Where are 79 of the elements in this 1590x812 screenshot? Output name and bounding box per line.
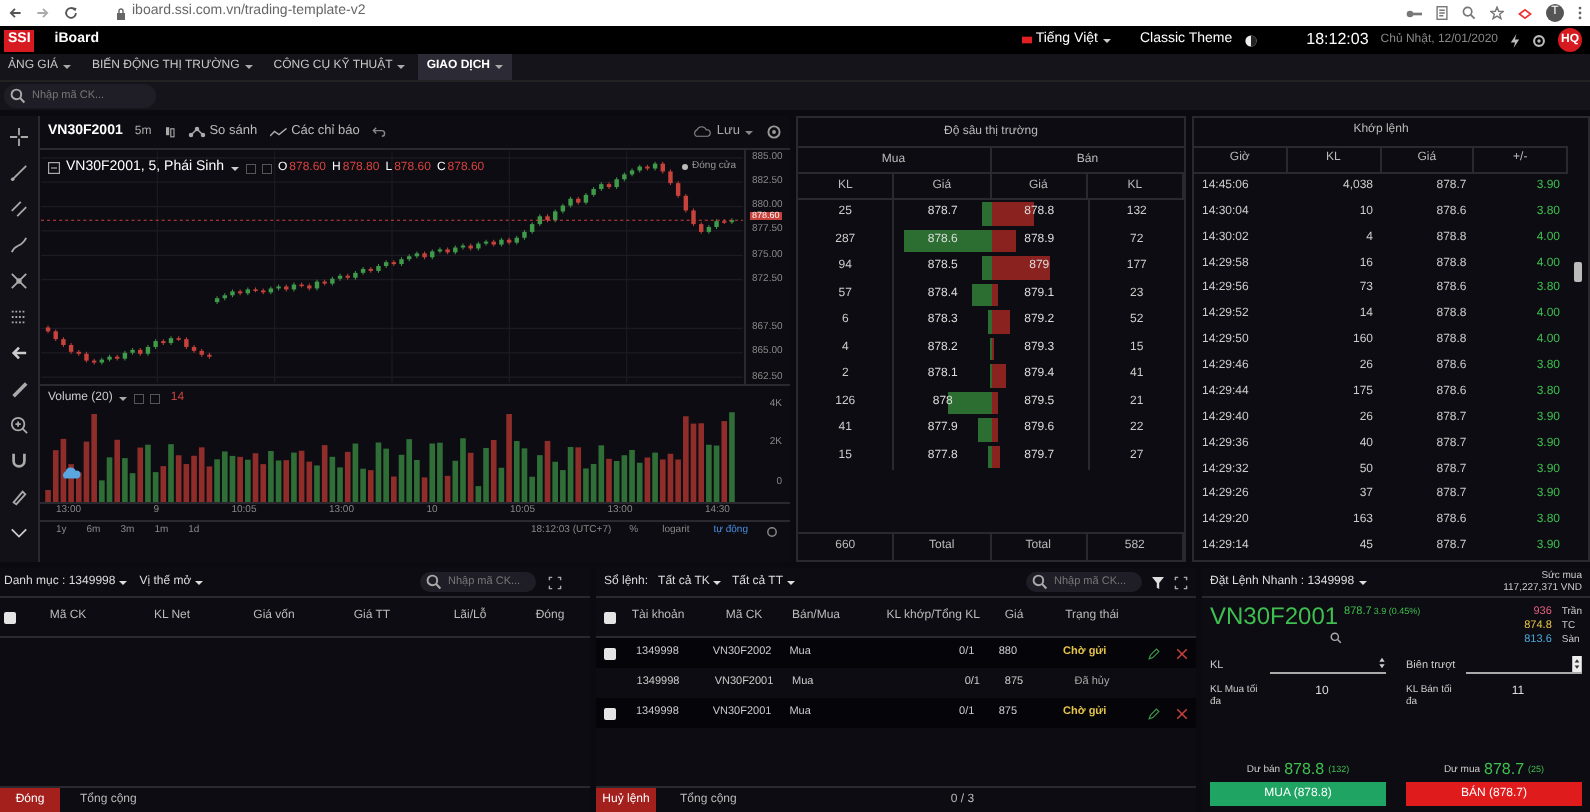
- caret-icon: [785, 577, 795, 587]
- bolt-icon[interactable]: [1510, 33, 1520, 47]
- checkbox[interactable]: [4, 611, 16, 623]
- legend-dot-icon: [682, 164, 689, 171]
- chevron-down-icon[interactable]: [10, 524, 28, 542]
- search-icon: [426, 574, 442, 590]
- settings-square-icon[interactable]: [262, 163, 272, 174]
- candlestick: [337, 273, 343, 282]
- settings-icon[interactable]: [766, 124, 782, 140]
- visibility-icon[interactable]: [246, 163, 256, 174]
- edit-icon[interactable]: [1148, 707, 1161, 719]
- line-tool-icon[interactable]: [10, 164, 28, 182]
- symbol-title: VN30F2001: [1210, 604, 1339, 630]
- checkbox[interactable]: [604, 647, 616, 659]
- projection-icon[interactable]: [10, 308, 28, 326]
- document-icon[interactable]: [1436, 6, 1448, 20]
- pattern-icon[interactable]: [10, 272, 28, 290]
- caret-icon: [193, 577, 204, 587]
- cloud-icon[interactable]: [60, 466, 82, 480]
- ruler-icon[interactable]: [10, 380, 28, 398]
- input-field[interactable]: [1466, 654, 1582, 674]
- extension-icon[interactable]: [1518, 7, 1532, 19]
- arrow-icon[interactable]: [10, 344, 28, 362]
- compare-icon: [187, 126, 206, 138]
- caret-icon: [118, 394, 129, 404]
- search-icon: [1032, 574, 1048, 590]
- delete-icon[interactable]: [1176, 647, 1189, 659]
- back-icon[interactable]: [8, 6, 22, 20]
- indicator-icon: [269, 127, 288, 137]
- checkbox[interactable]: [604, 707, 616, 719]
- search-icon[interactable]: [1330, 632, 1342, 644]
- expand-icon[interactable]: [548, 575, 562, 589]
- caret-icon: [744, 127, 754, 137]
- caret-icon: [243, 62, 254, 72]
- visibility-icon[interactable]: [134, 394, 145, 404]
- caret-icon: [62, 62, 73, 72]
- spinner-icon[interactable]: [1378, 656, 1386, 670]
- expand-icon[interactable]: [1174, 575, 1188, 589]
- zoom-icon[interactable]: [1462, 6, 1476, 20]
- caret-icon: [1358, 577, 1369, 587]
- clock-text: 18:12:03: [1306, 28, 1369, 52]
- spinner-icon[interactable]: [1572, 655, 1582, 671]
- caret-icon: [117, 577, 128, 587]
- zoom-in-icon[interactable]: [10, 416, 28, 434]
- channel-icon[interactable]: [10, 200, 28, 218]
- settings-square-icon[interactable]: [150, 394, 161, 404]
- candlestick: [214, 295, 220, 305]
- collapse-icon[interactable]: [48, 162, 60, 175]
- candlestick: [360, 266, 366, 276]
- candles-icon[interactable]: [163, 124, 176, 140]
- scrollbar[interactable]: [1574, 262, 1582, 282]
- caret-icon: [1101, 35, 1112, 45]
- theme-toggle-icon[interactable]: [1244, 33, 1259, 47]
- star-icon[interactable]: [1490, 6, 1504, 20]
- input-field[interactable]: [1270, 654, 1386, 674]
- delete-icon[interactable]: [1176, 707, 1189, 719]
- cloud-icon: [692, 126, 713, 138]
- caret-icon: [230, 163, 240, 174]
- key-icon[interactable]: [1406, 7, 1422, 19]
- checkbox[interactable]: [604, 611, 616, 623]
- settings-icon[interactable]: [1532, 33, 1546, 47]
- reload-icon[interactable]: [64, 6, 78, 20]
- filter-icon[interactable]: [1152, 575, 1164, 589]
- lock-icon: [116, 7, 126, 19]
- caret-icon: [711, 577, 722, 587]
- candlestick: [414, 250, 420, 259]
- caret-icon: [396, 62, 407, 72]
- edit-icon[interactable]: [1148, 647, 1161, 659]
- search-icon: [10, 88, 26, 104]
- caret-icon: [493, 62, 504, 72]
- settings-icon[interactable]: [766, 525, 778, 537]
- quote-price: 878.7: [1484, 760, 1525, 778]
- undo-icon[interactable]: [371, 126, 386, 138]
- quote-price: 878.8: [1284, 760, 1325, 778]
- magnet-icon[interactable]: [10, 452, 28, 470]
- brush-icon[interactable]: [10, 236, 28, 254]
- candlestick: [383, 259, 389, 269]
- flag-icon: [1021, 36, 1032, 44]
- crosshair-icon[interactable]: [10, 128, 28, 146]
